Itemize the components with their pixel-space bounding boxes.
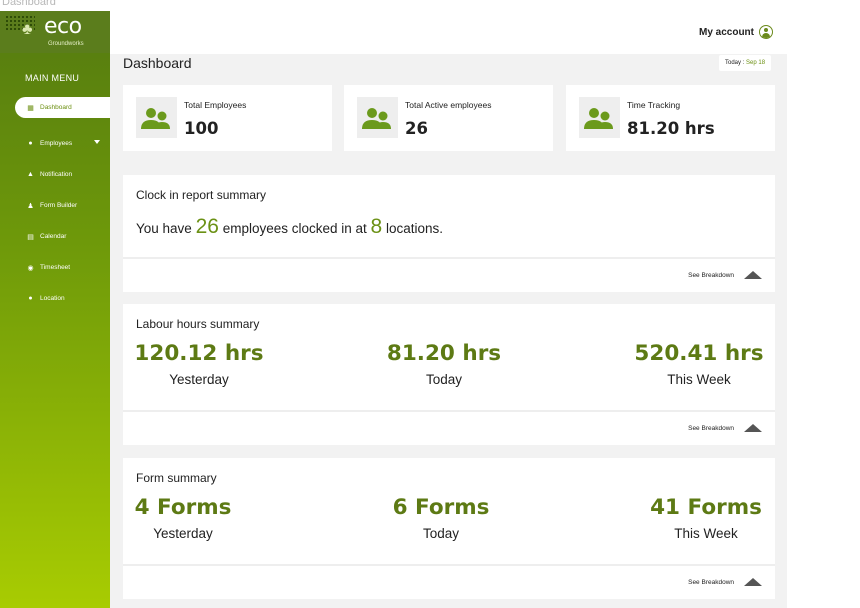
summary-label: Yesterday: [153, 526, 213, 541]
summary-value: 81.20 hrs: [386, 341, 502, 366]
sidebar-item-label: Form Builder: [40, 202, 78, 209]
stat-card-time-tracking[interactable]: Time Tracking 81.20 hrs: [566, 85, 775, 151]
see-breakdown-link[interactable]: See Breakdown: [688, 272, 734, 279]
summary-label: Today: [422, 526, 460, 541]
sidebar-item-dashboard[interactable]: ▦ Dashboard: [15, 97, 110, 118]
stat-label: Total Active employees: [405, 100, 492, 110]
today-date: Sep 18: [746, 60, 766, 66]
clock-summary-text: You have 26 employees clocked in at 8 lo…: [136, 215, 443, 239]
sidebar-menu: ▦ Dashboard ● Employees ▲ Notification ♟…: [0, 97, 110, 314]
locations-count: 8: [370, 215, 383, 238]
stat-value: 26: [405, 119, 428, 138]
user-icon: ●: [28, 140, 33, 147]
chevron-up-icon[interactable]: [744, 578, 762, 586]
summary-this-week: 41 Forms This Week: [641, 495, 771, 541]
summary-value: 520.41 hrs: [634, 341, 764, 366]
panel-footer: See Breakdown: [123, 257, 775, 292]
summary-value: 41 Forms: [650, 495, 762, 520]
summary-label: This Week: [667, 372, 731, 387]
today-prefix: Today :: [725, 60, 745, 66]
stat-value: 100: [184, 119, 219, 138]
summary-today: 81.20 hrs Today: [368, 341, 520, 387]
tree-icon: ♣: [22, 21, 33, 38]
summary-today: 6 Forms Today: [381, 495, 501, 541]
page-tab-label: Dashboard: [2, 0, 56, 8]
sidebar-item-form-builder[interactable]: ♟ Form Builder: [0, 190, 110, 221]
clock-text-part: locations.: [386, 221, 444, 236]
stat-card-active-employees[interactable]: Total Active employees 26: [344, 85, 553, 151]
panel-title: Labour hours summary: [136, 317, 260, 331]
sidebar-item-label: Calendar: [40, 233, 67, 240]
logo-text: eco: [44, 14, 82, 39]
sidebar: ♣ eco Groundworks MAIN MENU ▦ Dashboard …: [0, 11, 110, 608]
top-bar: My account: [110, 11, 787, 54]
chevron-up-icon[interactable]: [744, 424, 762, 432]
sidebar-item-label: Employees: [40, 140, 73, 147]
summary-label: Yesterday: [169, 372, 229, 387]
sidebar-item-label: Timesheet: [40, 264, 71, 271]
summary-value: 4 Forms: [134, 495, 232, 520]
form-summary-panel: Form summary 4 Forms Yesterday 6 Forms T…: [123, 458, 775, 599]
account-icon[interactable]: [759, 25, 773, 39]
summary-label: This Week: [674, 526, 738, 541]
employees-count: 26: [195, 215, 219, 238]
person-icon: ♟: [27, 202, 34, 210]
clock-icon: ◉: [27, 264, 34, 272]
stat-value: 81.20 hrs: [627, 119, 715, 138]
clock-text-part: employees clocked in at: [222, 221, 367, 236]
sidebar-item-employees[interactable]: ● Employees: [0, 128, 110, 159]
logo[interactable]: ♣ eco Groundworks: [0, 11, 110, 53]
sidebar-item-location[interactable]: ● Location: [0, 283, 110, 314]
stat-card-total-employees[interactable]: Total Employees 100: [123, 85, 332, 151]
sidebar-item-calendar[interactable]: ▤ Calendar: [0, 221, 110, 252]
see-breakdown-link[interactable]: See Breakdown: [688, 579, 734, 586]
account-label: My account: [698, 26, 754, 38]
chevron-up-icon[interactable]: [744, 271, 762, 279]
pin-icon: ●: [28, 295, 33, 302]
bell-icon: ▲: [27, 171, 34, 178]
panel-footer: See Breakdown: [123, 564, 775, 599]
panel-title: Clock in report summary: [136, 188, 267, 202]
menu-title: MAIN MENU: [25, 73, 80, 83]
summary-this-week: 520.41 hrs This Week: [623, 341, 775, 387]
clock-report-panel: Clock in report summary You have 26 empl…: [123, 175, 775, 292]
summary-yesterday: 120.12 hrs Yesterday: [123, 341, 275, 387]
clock-text-part: You have: [136, 221, 192, 236]
summary-value: 6 Forms: [392, 495, 490, 520]
summary-label: Today: [425, 372, 463, 387]
page-title: Dashboard: [123, 55, 192, 71]
today-badge: Today : Sep 18: [719, 55, 772, 71]
sidebar-item-label: Notification: [40, 171, 73, 178]
sidebar-item-label: Location: [40, 295, 65, 302]
calendar-icon: ▤: [27, 233, 34, 241]
people-icon: [357, 97, 398, 138]
chevron-down-icon[interactable]: [94, 140, 100, 144]
summary-value: 120.12 hrs: [134, 341, 264, 366]
people-icon: [579, 97, 620, 138]
summary-yesterday: 4 Forms Yesterday: [123, 495, 243, 541]
account-menu[interactable]: My account: [699, 25, 773, 39]
panel-title: Form summary: [136, 471, 217, 485]
sidebar-item-label: Dashboard: [40, 104, 72, 111]
logo-subtext: Groundworks: [48, 41, 84, 47]
labour-hours-panel: Labour hours summary 120.12 hrs Yesterda…: [123, 304, 775, 445]
panel-footer: See Breakdown: [123, 410, 775, 445]
sidebar-item-notification[interactable]: ▲ Notification: [0, 159, 110, 190]
people-icon: [136, 97, 177, 138]
stat-label: Time Tracking: [627, 100, 681, 110]
see-breakdown-link[interactable]: See Breakdown: [688, 425, 734, 432]
sidebar-item-timesheet[interactable]: ◉ Timesheet: [0, 252, 110, 283]
grid-icon: ▦: [27, 104, 34, 112]
stat-label: Total Employees: [184, 100, 247, 110]
